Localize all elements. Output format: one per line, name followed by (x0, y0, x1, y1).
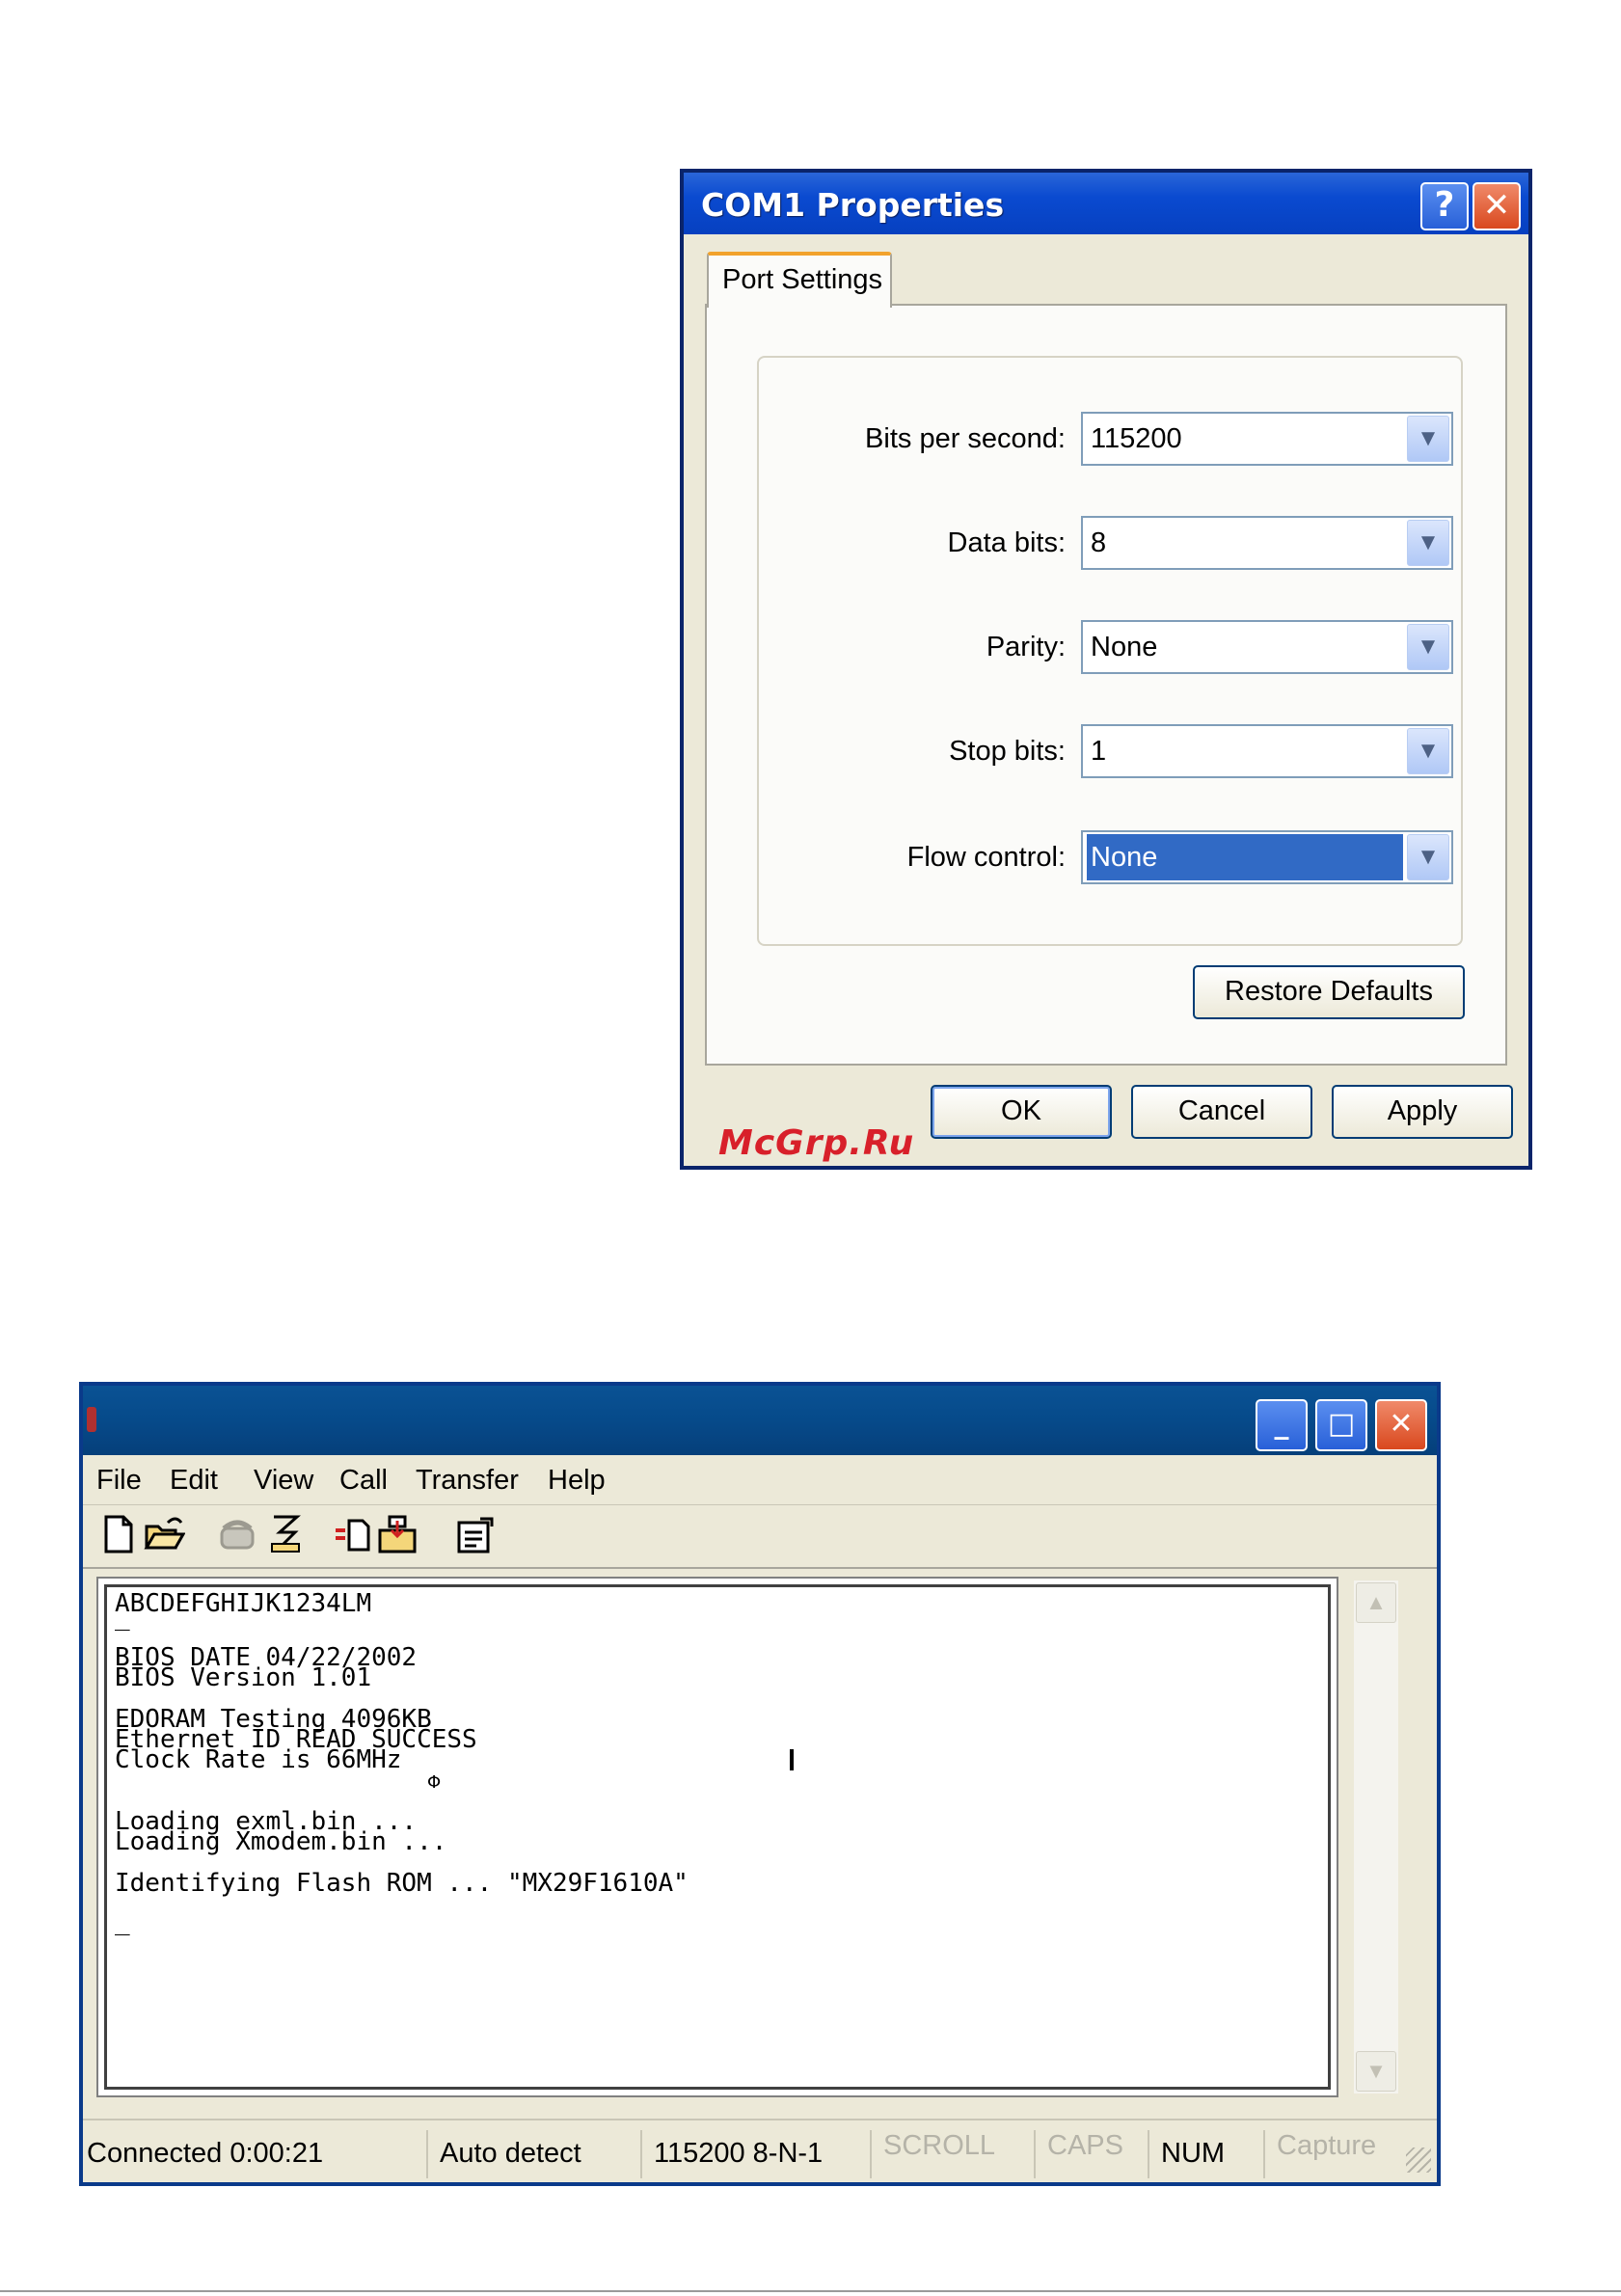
menu-edit[interactable]: Edit (170, 1463, 218, 1498)
status-detect: Auto detect (440, 2138, 581, 2169)
minimize-button[interactable]: _ (1256, 1399, 1308, 1451)
maximize-button[interactable]: □ (1315, 1399, 1367, 1451)
status-connected: Connected 0:00:21 (87, 2138, 324, 2169)
vertical-scrollbar[interactable]: ▲ ▼ (1354, 1580, 1398, 2093)
terminal-line: Identifying Flash ROM ... "MX29F1610A" (115, 1869, 689, 1898)
watermark: McGrp.Ru (718, 1123, 915, 1163)
status-divider (1263, 2130, 1265, 2178)
status-capture: Capture (1277, 2130, 1377, 2161)
terminal-line: Loading Xmodem.bin ... (115, 1827, 447, 1856)
resize-grip-icon[interactable] (1406, 2147, 1431, 2173)
page-divider (0, 2290, 1621, 2292)
menu-bar: File Edit View Call Transfer Help (83, 1455, 1437, 1505)
stop-bits-label: Stop bits: (949, 736, 1066, 767)
terminal-screen[interactable]: ABCDEFGHIJK1234LM _ BIOS DATE 04/22/2002… (96, 1577, 1338, 2097)
send-icon[interactable] (332, 1513, 374, 1555)
apply-button[interactable]: Apply (1332, 1085, 1513, 1139)
ok-button[interactable]: OK (931, 1085, 1112, 1139)
menu-call[interactable]: Call (339, 1463, 388, 1498)
chevron-down-icon[interactable]: ▼ (1407, 624, 1449, 670)
scroll-down-icon[interactable]: ▼ (1356, 2051, 1396, 2092)
terminal-line: Clock Rate is 66MHz (115, 1745, 402, 1774)
chevron-down-icon[interactable]: ▼ (1407, 416, 1449, 462)
status-num: NUM (1161, 2138, 1226, 2169)
menu-help[interactable]: Help (548, 1463, 606, 1498)
settings-group: Bits per second: 115200 ▼ Data bits: 8 ▼… (757, 356, 1463, 946)
status-settings: 115200 8-N-1 (654, 2138, 824, 2169)
data-bits-select[interactable]: 8 ▼ (1081, 516, 1453, 570)
status-divider (870, 2130, 872, 2178)
terminal-line: ABCDEFGHIJK1234LM (115, 1589, 372, 1618)
status-divider (1148, 2130, 1149, 2178)
flow-control-label: Flow control: (906, 842, 1066, 873)
parity-value: None (1091, 632, 1158, 662)
stop-bits-value: 1 (1091, 736, 1107, 767)
dialog-titlebar[interactable]: COM1 Properties ? ✕ (684, 173, 1528, 234)
receive-icon[interactable] (376, 1513, 419, 1555)
chevron-down-icon[interactable]: ▼ (1407, 520, 1449, 566)
terminal-line: _ (115, 1603, 130, 1632)
help-button[interactable]: ? (1420, 182, 1469, 230)
parity-label: Parity: (986, 632, 1066, 662)
status-caps: CAPS (1047, 2130, 1123, 2161)
bits-per-second-select[interactable]: 115200 ▼ (1081, 412, 1453, 466)
status-divider (1034, 2130, 1036, 2178)
terminal-titlebar[interactable]: _ □ ✕ (83, 1386, 1437, 1455)
data-bits-value: 8 (1091, 527, 1107, 558)
data-bits-label: Data bits: (947, 527, 1067, 558)
terminal-line: BIOS Version 1.01 (115, 1663, 372, 1692)
tab-port-settings[interactable]: Port Settings (707, 252, 892, 308)
parity-select[interactable]: None ▼ (1081, 620, 1453, 674)
chevron-down-icon[interactable]: ▼ (1407, 834, 1449, 880)
status-divider (640, 2130, 642, 2178)
chevron-down-icon[interactable]: ▼ (1407, 728, 1449, 774)
terminal-output[interactable]: ABCDEFGHIJK1234LM _ BIOS DATE 04/22/2002… (104, 1584, 1331, 2090)
flow-control-select[interactable]: None ▼ (1081, 830, 1453, 884)
mouse-pointer-icon: Φ (427, 1772, 442, 1793)
status-scroll: SCROLL (883, 2130, 996, 2161)
toolbar (83, 1505, 1437, 1569)
stop-bits-select[interactable]: 1 ▼ (1081, 724, 1453, 778)
restore-defaults-button[interactable]: Restore Defaults (1193, 965, 1465, 1019)
flow-control-value: None (1087, 834, 1403, 880)
dialog-body: Port Settings Bits per second: 115200 ▼ … (684, 234, 1528, 1166)
terminal-line: _ (115, 1907, 130, 1936)
status-divider (426, 2130, 428, 2178)
properties-icon[interactable] (453, 1513, 496, 1555)
bits-per-second-label: Bits per second: (865, 423, 1066, 454)
status-bar: Connected 0:00:21 Auto detect 115200 8-N… (83, 2119, 1437, 2178)
open-icon[interactable] (143, 1513, 185, 1555)
menu-file[interactable]: File (96, 1463, 142, 1498)
terminal-body: File Edit View Call Transfer Help ABCDEF… (83, 1455, 1437, 2182)
new-icon[interactable] (96, 1513, 139, 1555)
cancel-button[interactable]: Cancel (1131, 1085, 1312, 1139)
dialog-title: COM1 Properties (701, 186, 1005, 224)
text-cursor-icon (790, 1749, 794, 1770)
bits-per-second-value: 115200 (1091, 423, 1182, 454)
com1-properties-dialog: COM1 Properties ? ✕ Port Settings Bits p… (680, 169, 1532, 1170)
disconnect-icon[interactable] (264, 1513, 307, 1555)
app-icon[interactable] (87, 1407, 96, 1432)
scroll-up-icon[interactable]: ▲ (1356, 1582, 1396, 1623)
terminal-window: _ □ ✕ File Edit View Call Transfer Help (79, 1382, 1441, 2186)
menu-view[interactable]: View (254, 1463, 313, 1498)
port-settings-page: Bits per second: 115200 ▼ Data bits: 8 ▼… (705, 304, 1507, 1066)
close-button[interactable]: ✕ (1375, 1399, 1427, 1451)
menu-transfer[interactable]: Transfer (416, 1463, 519, 1498)
close-button[interactable]: ✕ (1472, 182, 1521, 230)
phone-icon[interactable] (216, 1513, 258, 1555)
